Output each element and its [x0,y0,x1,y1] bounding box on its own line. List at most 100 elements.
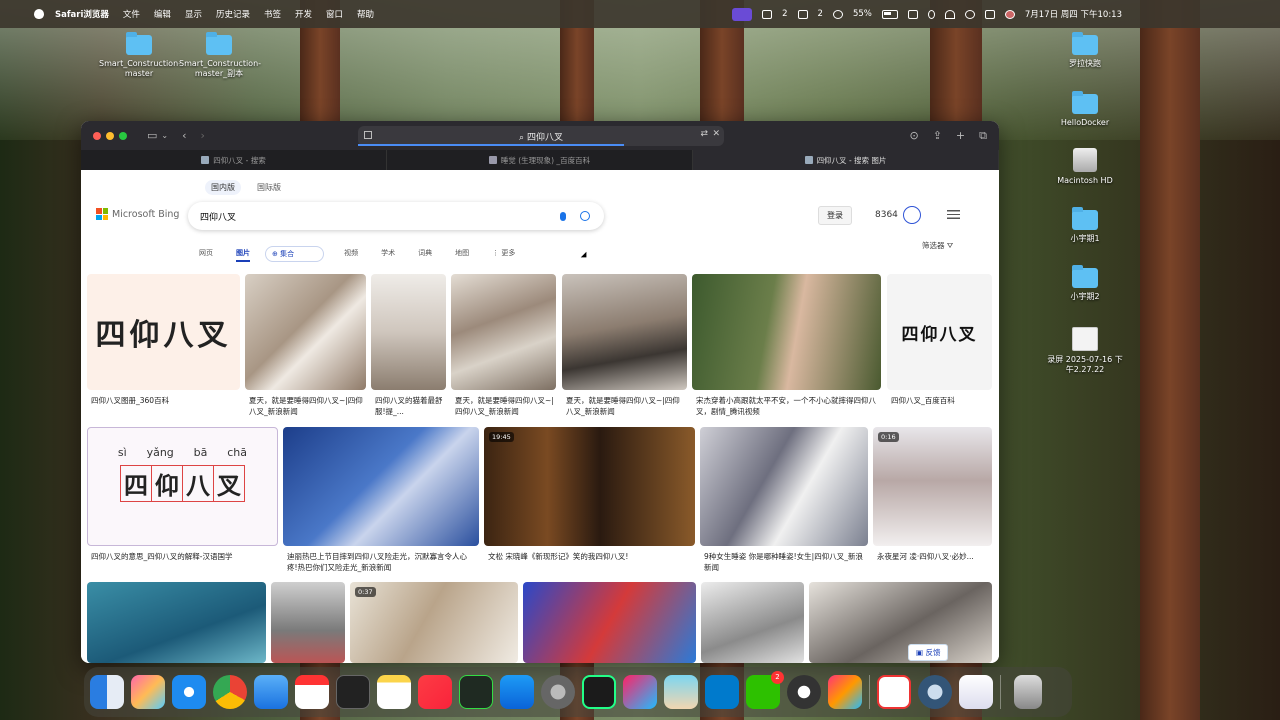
desktop-folder[interactable]: Smart_Construction-master_副本 [179,32,261,79]
image-result[interactable] [523,582,696,663]
tab-baidu-baike[interactable]: 睡觉 (生理现象) _百度百科 [387,150,693,170]
image-result[interactable] [451,274,556,390]
app-store-icon[interactable] [500,675,534,709]
image-result[interactable] [701,582,804,663]
desktop-file[interactable]: 录屏 2025-07-16 下午2.27.22 [1045,327,1125,375]
region-domestic-tab[interactable]: 国内版 [205,180,241,195]
safari-icon[interactable] [172,675,206,709]
image-result[interactable]: 19:45 [484,427,695,546]
back-icon[interactable]: ‹ [182,129,186,142]
image-caption[interactable]: 9种女生睡姿 你是哪种睡姿!女生|四仰八叉_新浪新闻 [704,551,869,575]
search-input[interactable] [198,210,542,222]
microphone-icon[interactable] [560,211,566,221]
image-caption[interactable]: 迪丽热巴上节目摔到四仰八叉险走光，沉默寡言令人心疼!热巴你们又险走光_新浪新闻 [287,551,477,575]
wechat-icon[interactable] [762,9,773,19]
nav-dictionary[interactable]: 词典 [418,246,432,262]
image-result[interactable] [562,274,687,390]
image-result[interactable] [271,582,345,663]
moon-icon[interactable] [832,9,843,19]
image-caption[interactable]: 宋杰穿着小高跟就太平不安，一个不小心就摔得四仰八叉，剧情_腾讯视频 [696,395,882,419]
finder-icon[interactable] [90,675,124,709]
input-method-icon[interactable] [732,7,753,21]
image-result[interactable] [809,582,992,663]
menu-app-name[interactable]: Safari浏览器 [55,8,109,20]
menu-help[interactable]: 帮助 [357,8,374,20]
image-result[interactable] [283,427,479,546]
filter-button[interactable]: 筛选器 ⛛ [922,240,953,251]
nav-maps[interactable]: 地图 [455,246,469,262]
feishu-icon[interactable] [959,675,993,709]
zoom-window-button[interactable] [119,131,127,140]
wifi-icon[interactable] [944,9,955,19]
character-app-icon[interactable] [664,675,698,709]
image-caption[interactable]: 夏天，就是要睡得四仰八叉~|四仰八叉_新浪新闻 [455,395,559,419]
nav-images[interactable]: 图片 [236,246,250,262]
tab-bing-search[interactable]: 四仰八叉 - 搜索 [81,150,387,170]
activity-monitor-icon[interactable] [459,675,493,709]
image-caption[interactable]: 四仰八叉_百度百科 [891,395,991,419]
new-tab-icon[interactable]: + [956,129,965,143]
terminal-icon[interactable] [336,675,370,709]
group-icon[interactable] [797,9,808,19]
close-window-button[interactable] [93,131,101,140]
menu-develop[interactable]: 开发 [295,8,312,20]
bing-logo[interactable]: Microsoft Bing [96,208,179,220]
image-caption[interactable]: 文松 宋晓峰《新现形记》笑的我四仰八叉! [488,551,694,575]
desktop-folder[interactable]: 罗拉快跑 [1045,32,1125,69]
search-icon[interactable] [580,211,590,221]
login-button[interactable]: 登录 [818,206,852,225]
battery-icon[interactable] [881,9,898,19]
image-result[interactable]: sì yǎng bā chā 四 仰 八 叉 [87,427,278,546]
stop-loading-icon[interactable]: ✕ [712,129,720,139]
feedback-button[interactable]: ▣ 反馈 [908,644,949,661]
menu-bookmarks[interactable]: 书签 [264,8,281,20]
image-result[interactable]: 0:16 [873,427,992,546]
spotlight-search-icon[interactable] [964,9,975,19]
mail-icon[interactable] [254,675,288,709]
calendar-icon[interactable] [295,675,329,709]
music-icon[interactable] [418,675,452,709]
vscode-icon[interactable] [705,675,739,709]
image-result[interactable] [87,582,266,663]
menu-history[interactable]: 历史记录 [216,8,250,20]
menu-window[interactable]: 窗口 [326,8,343,20]
pycharm-icon[interactable] [582,675,616,709]
image-result[interactable] [245,274,366,390]
iphone-mirroring-icon[interactable] [623,675,657,709]
image-caption[interactable]: 四仰八叉的猫着最舒服!提_... [375,395,447,419]
menu-file[interactable]: 文件 [123,8,140,20]
image-caption[interactable]: 夏天，就是要睡得四仰八叉~|四仰八叉_新浪新闻 [566,395,686,419]
wechat-app-icon[interactable]: 2 [746,671,784,709]
tab-group-icon[interactable] [364,131,372,139]
region-international-tab[interactable]: 国际版 [251,180,287,195]
image-caption[interactable]: 夏天，就是要睡得四仰八叉~|四仰八叉_新浪新闻 [249,395,369,419]
nav-academic[interactable]: 学术 [381,246,395,262]
nav-videos[interactable]: 视频 [344,246,358,262]
desktop-folder[interactable]: HelloDocker [1045,91,1125,128]
share-icon[interactable]: ⇪ [933,129,942,143]
clock[interactable]: 7月17日 周四 下午10:13 [1025,8,1122,20]
image-result[interactable]: 0:37 [350,582,518,663]
rewards-trophy-icon[interactable] [903,206,921,224]
desktop-folder[interactable]: 小宇期2 [1045,265,1125,302]
obs-icon[interactable] [787,675,821,709]
apple-icon[interactable] [34,9,44,19]
nav-collections[interactable]: ⊕ 集合 [265,246,325,262]
translate-icon[interactable]: ⇄ [700,129,708,139]
nav-web[interactable]: 网页 [199,246,213,262]
menu-icon[interactable] [947,210,960,219]
downloads-icon[interactable]: ⊙ [909,129,918,143]
tab-overview-icon[interactable]: ⧉ [979,129,987,143]
minimize-window-button[interactable] [106,131,114,140]
image-result[interactable]: 四仰八叉 [87,274,240,390]
intellij-icon[interactable] [828,675,862,709]
menu-view[interactable]: 显示 [185,8,202,20]
image-result[interactable] [700,427,868,546]
chevron-down-icon[interactable]: ⌄ [161,131,168,140]
network-utility-icon[interactable] [918,675,952,709]
control-center-icon[interactable] [984,9,995,19]
system-settings-icon[interactable] [541,675,575,709]
image-caption[interactable]: 四仰八叉图册_360百科 [91,395,241,419]
siri-icon[interactable] [1004,9,1015,19]
tab-bing-images[interactable]: 四仰八叉 - 搜索 图片 [693,150,999,170]
